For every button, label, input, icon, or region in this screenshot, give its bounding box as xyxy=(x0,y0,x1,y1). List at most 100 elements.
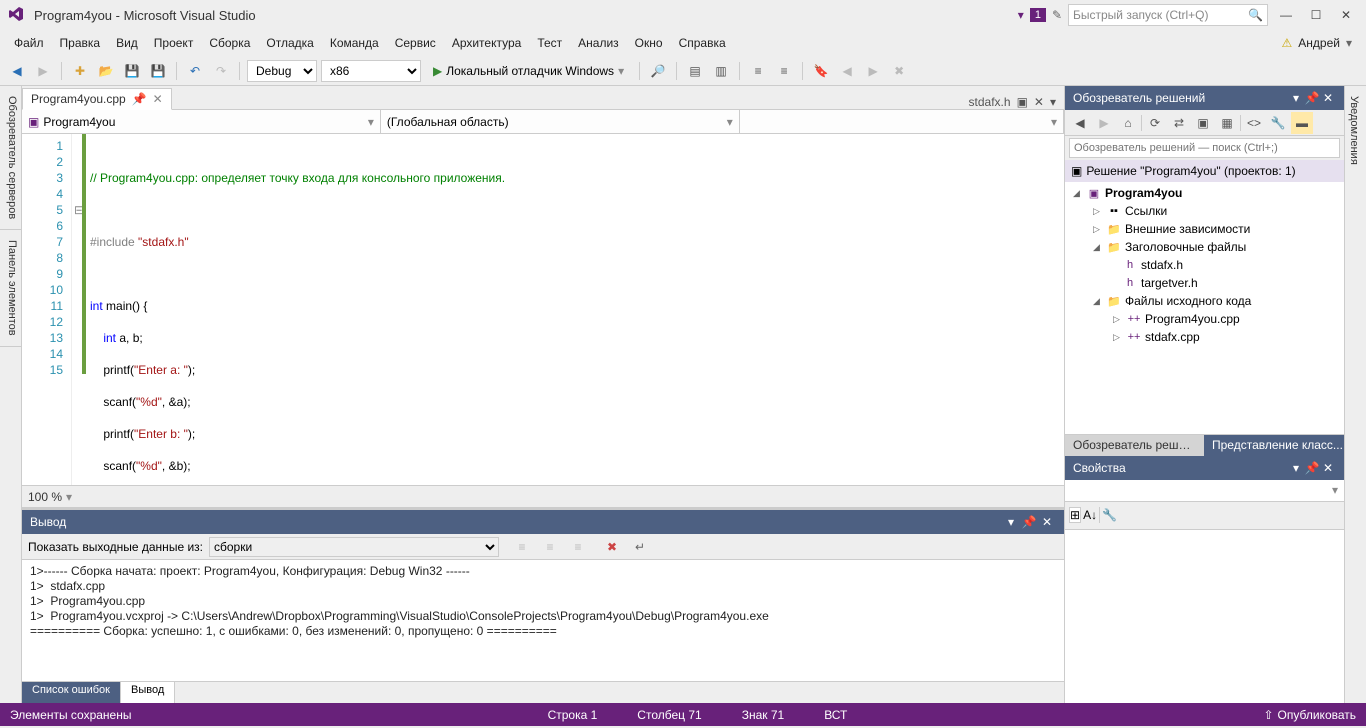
user-name[interactable]: Андрей xyxy=(1298,36,1340,50)
menu-file[interactable]: Файл xyxy=(6,33,52,53)
menu-tools[interactable]: Сервис xyxy=(387,33,444,53)
close-button[interactable]: ✕ xyxy=(1334,4,1358,26)
tab-solution-explorer[interactable]: Обозреватель решен... xyxy=(1065,435,1204,456)
zoom-dropdown-icon[interactable]: ▾ xyxy=(66,490,72,504)
menu-analyze[interactable]: Анализ xyxy=(570,33,627,53)
notification-badge[interactable]: 1 xyxy=(1030,8,1046,22)
panel-pin-icon[interactable]: 📌 xyxy=(1304,91,1320,105)
menu-edit[interactable]: Правка xyxy=(52,33,109,53)
menu-test[interactable]: Тест xyxy=(529,33,570,53)
bookmark-next-button[interactable]: ▶ xyxy=(862,60,884,82)
start-debug-button[interactable]: ▶ Локальный отладчик Windows ▾ xyxy=(425,60,632,82)
indent-button[interactable]: ≡ xyxy=(747,60,769,82)
cpp-file-node[interactable]: ▷ ++ Program4you.cpp xyxy=(1065,310,1344,328)
panel-dropdown-icon[interactable]: ▾ xyxy=(1288,91,1304,105)
pin-icon[interactable]: 📌 xyxy=(132,92,147,106)
fwd-button[interactable]: ▶ xyxy=(1093,112,1115,134)
tab-dropdown-icon[interactable]: ▾ xyxy=(1050,95,1056,109)
publish-button[interactable]: ⇧ Опубликовать xyxy=(1263,708,1356,722)
feedback-icon[interactable]: ✎ xyxy=(1052,8,1062,22)
tab-output[interactable]: Вывод xyxy=(121,682,175,703)
warning-icon[interactable]: ⚠ xyxy=(1282,36,1293,50)
back-button[interactable]: ◀ xyxy=(1069,112,1091,134)
maximize-button[interactable]: ☐ xyxy=(1304,4,1328,26)
menu-team[interactable]: Команда xyxy=(322,33,387,53)
func-combo[interactable]: ▾ xyxy=(740,110,1064,133)
outdent-button[interactable]: ≡ xyxy=(773,60,795,82)
panel-close-icon[interactable]: ✕ xyxy=(1320,461,1336,475)
panel-close-icon[interactable]: ✕ xyxy=(1320,91,1336,105)
bookmark-clear-button[interactable]: ✖ xyxy=(888,60,910,82)
output-pin-icon[interactable]: 📌 xyxy=(1020,515,1038,529)
nav-back-button[interactable]: ◀ xyxy=(6,60,28,82)
notifications-tab[interactable]: Уведомления xyxy=(1345,86,1363,175)
goto-next-button[interactable]: ≡ xyxy=(539,537,561,557)
toolbox-tab[interactable]: Панель элементов xyxy=(0,230,21,347)
menu-window[interactable]: Окно xyxy=(627,33,671,53)
undo-button[interactable]: ↶ xyxy=(184,60,206,82)
hdr-file-node[interactable]: h stdafx.h xyxy=(1065,256,1344,274)
expand-icon[interactable]: ◢ xyxy=(1073,188,1083,199)
expand-icon[interactable]: ▷ xyxy=(1113,314,1123,325)
new-project-button[interactable]: ✚ xyxy=(69,60,91,82)
ext-deps-node[interactable]: ▷ 📁 Внешние зависимости xyxy=(1065,220,1344,238)
show-all-button[interactable]: ▦ xyxy=(1216,112,1238,134)
panel-pin-icon[interactable]: 📌 xyxy=(1304,461,1320,475)
nav-fwd-button[interactable]: ▶ xyxy=(32,60,54,82)
src-folder-node[interactable]: ◢ 📁 Файлы исходного кода xyxy=(1065,292,1344,310)
minimize-button[interactable]: — xyxy=(1274,4,1298,26)
solution-search-input[interactable] xyxy=(1069,138,1340,158)
props-wrench-button[interactable]: 🔧 xyxy=(1102,508,1117,522)
cpp-file-node[interactable]: ▷ ++ stdafx.cpp xyxy=(1065,328,1344,346)
user-dropdown-icon[interactable]: ▾ xyxy=(1346,36,1352,50)
panel-dropdown-icon[interactable]: ▾ xyxy=(1288,461,1304,475)
project-node[interactable]: ◢ ▣ Program4you xyxy=(1065,184,1344,202)
flag-icon[interactable]: ▾ xyxy=(1018,8,1024,22)
member-combo[interactable]: (Глобальная область) ▾ xyxy=(381,110,740,133)
expand-icon[interactable]: ▷ xyxy=(1093,224,1103,235)
menu-arch[interactable]: Архитектура xyxy=(444,33,530,53)
home-button[interactable]: ⌂ xyxy=(1117,112,1139,134)
preview-tab[interactable]: stdafx.h ▣ ✕ ▾ xyxy=(961,95,1064,109)
zoom-level[interactable]: 100 % xyxy=(28,490,62,504)
menu-build[interactable]: Сборка xyxy=(201,33,258,53)
view-code-button[interactable]: <> xyxy=(1243,112,1265,134)
quick-launch-input[interactable]: Быстрый запуск (Ctrl+Q) 🔍 xyxy=(1068,4,1268,26)
config-select[interactable]: Debug xyxy=(247,60,317,82)
save-all-button[interactable]: 💾 xyxy=(147,60,169,82)
expand-icon[interactable]: ◢ xyxy=(1093,296,1103,307)
code-editor[interactable]: 123456789101112131415 ⊟ // Program4you.c… xyxy=(22,134,1064,485)
tab-class-view[interactable]: Представление класс... xyxy=(1204,435,1344,456)
close-preview-icon[interactable]: ✕ xyxy=(1034,95,1044,109)
platform-select[interactable]: x86 xyxy=(321,60,421,82)
editor-tab-active[interactable]: Program4you.cpp 📌 ✕ xyxy=(22,88,172,110)
code-content[interactable]: // Program4you.cpp: определяет точку вхо… xyxy=(86,134,1064,485)
refresh-button[interactable]: ⟳ xyxy=(1144,112,1166,134)
close-tab-icon[interactable]: ✕ xyxy=(153,92,163,106)
sync-button[interactable]: ⇄ xyxy=(1168,112,1190,134)
expand-icon[interactable]: ▷ xyxy=(1093,206,1103,217)
redo-button[interactable]: ↷ xyxy=(210,60,232,82)
collapse-button[interactable]: ▣ xyxy=(1192,112,1214,134)
show-from-select[interactable]: сборки xyxy=(209,537,499,557)
open-file-button[interactable]: 📂 xyxy=(95,60,117,82)
expand-icon[interactable]: ▷ xyxy=(1113,332,1123,343)
save-button[interactable]: 💾 xyxy=(121,60,143,82)
hdr-file-node[interactable]: h targetver.h xyxy=(1065,274,1344,292)
promote-icon[interactable]: ▣ xyxy=(1017,95,1028,109)
scope-combo[interactable]: ▣ Program4you ▾ xyxy=(22,110,381,133)
properties-button[interactable]: 🔧 xyxy=(1267,112,1289,134)
goto-prev-button[interactable]: ≡ xyxy=(511,537,533,557)
uncomment-button[interactable]: ▥ xyxy=(710,60,732,82)
tab-error-list[interactable]: Список ошибок xyxy=(22,682,121,703)
refs-node[interactable]: ▷ ▪▪ Ссылки xyxy=(1065,202,1344,220)
menu-debug[interactable]: Отладка xyxy=(258,33,321,53)
menu-project[interactable]: Проект xyxy=(146,33,202,53)
hdr-folder-node[interactable]: ◢ 📁 Заголовочные файлы xyxy=(1065,238,1344,256)
solution-line[interactable]: ▣ Решение "Program4you" (проектов: 1) xyxy=(1065,160,1344,182)
output-close-icon[interactable]: ✕ xyxy=(1038,515,1056,529)
bookmark-button[interactable]: 🔖 xyxy=(810,60,832,82)
server-explorer-tab[interactable]: Обозреватель серверов xyxy=(0,86,21,230)
clear-button[interactable]: ✖ xyxy=(601,537,623,557)
categorize-button[interactable]: ⊞ xyxy=(1069,507,1081,523)
